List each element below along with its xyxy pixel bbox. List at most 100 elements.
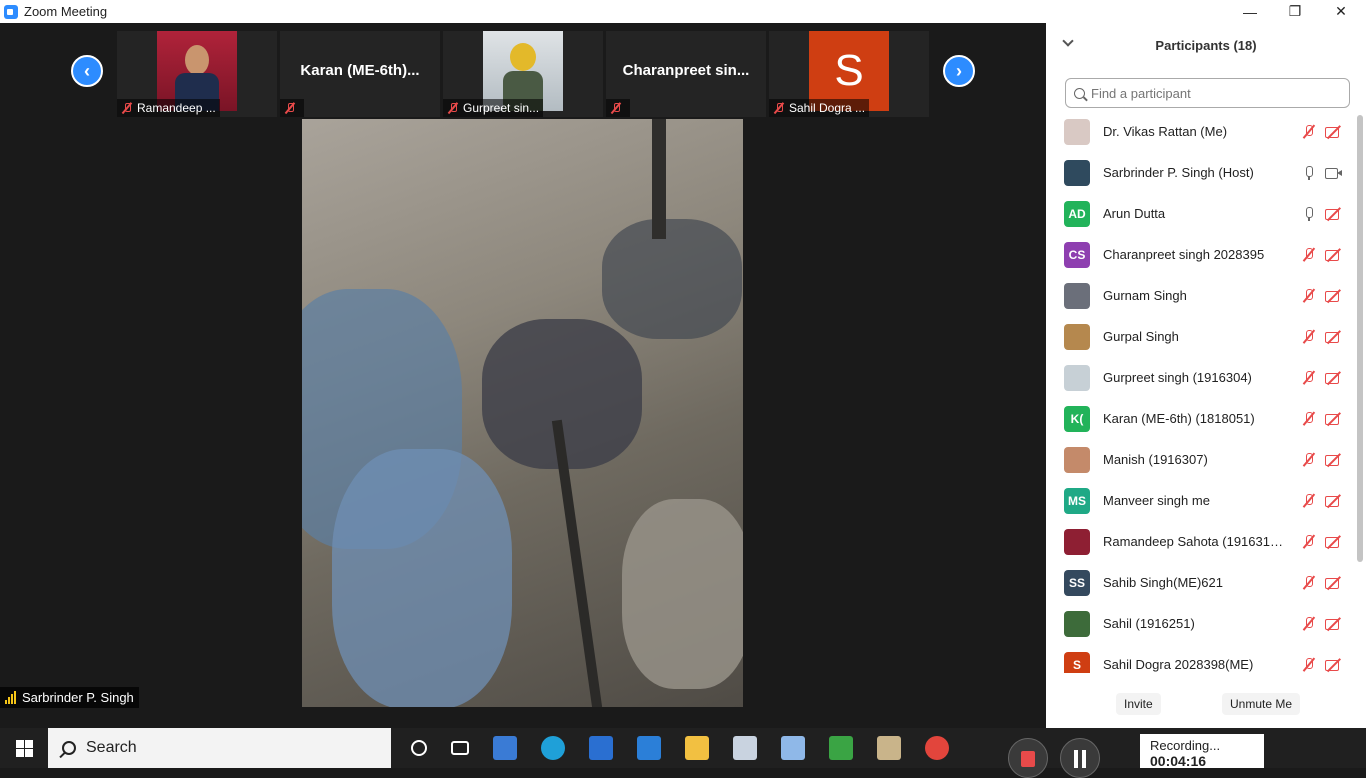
participant-row[interactable]: Gurpal Singh bbox=[1046, 316, 1356, 357]
participant-name: Manish (1916307) bbox=[1103, 452, 1208, 467]
task-view-icon[interactable] bbox=[451, 741, 469, 755]
video-off-icon[interactable] bbox=[1325, 452, 1343, 467]
windows-taskbar: Search Recording... 00:04:16 bbox=[0, 728, 1366, 778]
video-off-icon[interactable] bbox=[1325, 411, 1343, 426]
participants-header: Participants (18) bbox=[1046, 23, 1366, 67]
pause-recording-button[interactable] bbox=[1060, 738, 1100, 778]
mic-muted-icon[interactable] bbox=[1302, 575, 1316, 591]
mic-muted-icon[interactable] bbox=[1302, 370, 1316, 386]
video-off-icon[interactable] bbox=[1325, 575, 1343, 590]
video-off-icon[interactable] bbox=[1325, 206, 1343, 221]
gallery-prev-button[interactable]: ‹ bbox=[71, 55, 103, 87]
video-off-icon[interactable] bbox=[1325, 247, 1343, 262]
store-icon[interactable] bbox=[589, 736, 613, 760]
participant-row[interactable]: Sarbrinder P. Singh (Host) bbox=[1046, 152, 1356, 193]
camtasia-icon[interactable] bbox=[829, 736, 853, 760]
chevron-left-icon: ‹ bbox=[84, 60, 90, 81]
chevron-down-icon[interactable] bbox=[1062, 35, 1074, 47]
unmute-me-button[interactable]: Unmute Me bbox=[1222, 693, 1301, 715]
tile-name-bar: Ramandeep ... bbox=[117, 99, 220, 117]
mic-muted-icon[interactable] bbox=[1302, 493, 1316, 509]
tile-name: Ramandeep ... bbox=[137, 101, 216, 115]
participant-row[interactable]: Gurnam Singh bbox=[1046, 275, 1356, 316]
mic-icon[interactable] bbox=[1302, 165, 1316, 181]
mic-muted-icon[interactable] bbox=[1302, 534, 1316, 550]
participant-row[interactable]: Gurpreet singh (1916304) bbox=[1046, 357, 1356, 398]
participant-row[interactable]: K(Karan (ME-6th) (1818051) bbox=[1046, 398, 1356, 439]
mic-muted-icon[interactable] bbox=[1302, 247, 1316, 263]
participant-row[interactable]: CS Charanpreet singh 2028395 bbox=[1046, 234, 1356, 275]
participant-row[interactable]: S Sahil Dogra 2028398(ME) bbox=[1046, 644, 1356, 673]
mic-muted-icon bbox=[773, 102, 785, 114]
invite-button[interactable]: Invite bbox=[1116, 693, 1161, 715]
search-icon bbox=[1074, 87, 1085, 99]
video-off-icon[interactable] bbox=[1325, 370, 1343, 385]
participant-row[interactable]: SS Sahib Singh(ME)621 bbox=[1046, 562, 1356, 603]
file-explorer-icon[interactable] bbox=[685, 736, 709, 760]
participant-row[interactable]: AD Arun Dutta bbox=[1046, 193, 1356, 234]
chrome-icon[interactable] bbox=[925, 736, 949, 760]
video-off-icon[interactable] bbox=[1325, 616, 1343, 631]
mic-muted-icon bbox=[610, 102, 622, 114]
participant-row[interactable]: Manish (1916307) bbox=[1046, 439, 1356, 480]
video-off-icon[interactable] bbox=[1325, 288, 1343, 303]
participant-name: Gurpreet singh (1916304) bbox=[1103, 370, 1252, 385]
avatar-initial: S bbox=[834, 46, 864, 95]
video-off-icon[interactable] bbox=[1325, 493, 1343, 508]
participant-row[interactable]: Sahil (1916251) bbox=[1046, 603, 1356, 644]
stop-recording-button[interactable] bbox=[1008, 738, 1048, 778]
start-button[interactable] bbox=[0, 728, 48, 768]
video-off-icon[interactable] bbox=[1325, 657, 1343, 672]
video-tile-2[interactable]: Karan (ME-6th)... bbox=[280, 31, 440, 117]
mic-muted-icon[interactable] bbox=[1302, 329, 1316, 345]
video-off-icon[interactable] bbox=[1325, 124, 1343, 139]
tile-name-bar bbox=[280, 99, 304, 117]
paint-3d-icon[interactable] bbox=[781, 736, 805, 760]
participant-avatar bbox=[1064, 528, 1090, 555]
mic-icon[interactable] bbox=[1302, 206, 1316, 222]
video-tile-5[interactable]: S Sahil Dogra ... bbox=[769, 31, 929, 117]
minimize-button[interactable]: — bbox=[1227, 0, 1273, 23]
mic-muted-icon[interactable] bbox=[1302, 657, 1316, 673]
speaker-label: Sarbrinder P. Singh bbox=[0, 687, 139, 708]
mail-icon[interactable] bbox=[637, 736, 661, 760]
calculator-icon[interactable] bbox=[493, 736, 517, 760]
edge-icon[interactable] bbox=[541, 736, 565, 760]
participant-name: Ramandeep Sahota (1916312)... bbox=[1103, 534, 1289, 549]
gallery-next-button[interactable]: › bbox=[943, 55, 975, 87]
pause-icon bbox=[1074, 750, 1078, 768]
mic-muted-icon[interactable] bbox=[1302, 616, 1316, 632]
tile-name-bar: Sahil Dogra ... bbox=[769, 99, 870, 117]
participant-row[interactable]: Dr. Vikas Rattan (Me) bbox=[1046, 111, 1356, 152]
participant-avatar: CS bbox=[1064, 241, 1090, 268]
video-off-icon[interactable] bbox=[1325, 534, 1343, 549]
participant-avatar: K( bbox=[1064, 405, 1090, 432]
video-camera-icon[interactable] bbox=[1325, 165, 1343, 180]
restore-button[interactable]: ❐ bbox=[1272, 0, 1318, 23]
mic-muted-icon[interactable] bbox=[1302, 288, 1316, 304]
participant-search-input[interactable] bbox=[1091, 85, 1331, 101]
participant-avatar: SS bbox=[1064, 569, 1090, 596]
paint-icon[interactable] bbox=[733, 736, 757, 760]
mic-muted-icon[interactable] bbox=[1302, 452, 1316, 468]
video-tile-1[interactable]: Ramandeep ... bbox=[117, 31, 277, 117]
cortana-icon[interactable] bbox=[411, 740, 427, 756]
books-icon[interactable] bbox=[877, 736, 901, 760]
close-button[interactable]: ✕ bbox=[1318, 0, 1364, 23]
recording-status: Recording... 00:04:16 bbox=[1140, 734, 1264, 768]
participant-row[interactable]: MS Manveer singh me bbox=[1046, 480, 1356, 521]
taskbar-search[interactable]: Search bbox=[48, 728, 391, 768]
video-off-icon[interactable] bbox=[1325, 329, 1343, 344]
scrollbar-thumb[interactable] bbox=[1357, 115, 1363, 562]
participant-list-scrollbar[interactable] bbox=[1356, 111, 1364, 673]
mic-muted-icon[interactable] bbox=[1302, 124, 1316, 140]
video-tile-4[interactable]: Charanpreet sin... bbox=[606, 31, 766, 117]
participant-search[interactable] bbox=[1065, 78, 1350, 108]
tile-name-bar: Gurpreet sin... bbox=[443, 99, 544, 117]
recording-time: 00:04:16 bbox=[1150, 753, 1207, 768]
participant-row[interactable]: Ramandeep Sahota (1916312)... bbox=[1046, 521, 1356, 562]
participant-avatar bbox=[1064, 118, 1090, 145]
video-tile-3[interactable]: Gurpreet sin... bbox=[443, 31, 603, 117]
mic-muted-icon[interactable] bbox=[1302, 411, 1316, 427]
participant-avatar: MS bbox=[1064, 487, 1090, 514]
